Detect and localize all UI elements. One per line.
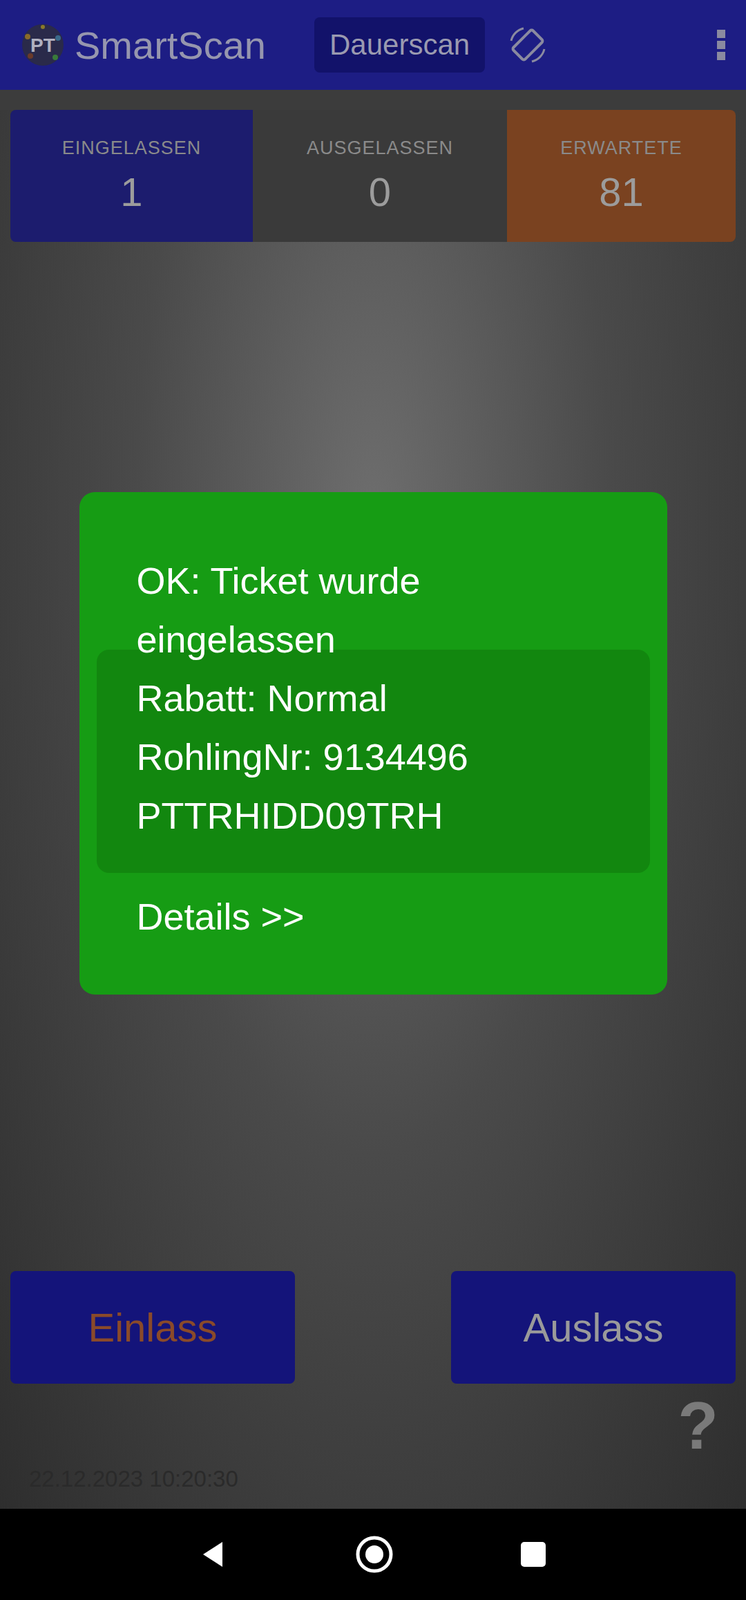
rotate-icon[interactable]: [505, 22, 550, 68]
stat-value: 0: [368, 168, 391, 215]
dialog-line: RohlingNr: 9134496: [136, 727, 626, 787]
stat-label: EINGELASSEN: [62, 137, 202, 159]
stat-label: ERWARTETE: [560, 137, 683, 159]
action-row: Einlass Auslass: [0, 1270, 746, 1383]
dialog-text: OK: Ticket wurde eingelassenRabatt: Norm…: [136, 551, 626, 946]
dialog-line: Rabatt: Normal: [136, 668, 626, 728]
recents-icon[interactable]: [518, 1538, 549, 1569]
dialog-line: OK: Ticket wurde eingelassen: [136, 551, 626, 669]
stat-card: AUSGELASSEN 0: [252, 109, 508, 242]
back-icon[interactable]: [197, 1536, 231, 1571]
app-title: SmartScan: [74, 22, 266, 68]
smartscan-screen: PT SmartScan Dauerscan EINGELASSEN 1 AUSGELAS…: [0, 0, 746, 1600]
logo-icon: PT: [20, 22, 65, 68]
action-button[interactable]: Einlass: [10, 1270, 295, 1383]
footer: 22.12.2023 10:20:30?: [0, 1382, 746, 1508]
system-nav-bar: [0, 1507, 746, 1600]
content-area: OK: Ticket wurde eingelassenRabatt: Norm…: [0, 109, 746, 1508]
stats-row: EINGELASSEN 1 AUSGELASSEN 0 ERWARTETE 81: [10, 109, 736, 242]
stat-card: ERWARTETE 81: [507, 109, 736, 242]
dialog-line: PTTRHIDD09TRH: [136, 786, 626, 845]
result-dialog[interactable]: OK: Ticket wurde eingelassenRabatt: Norm…: [79, 491, 668, 994]
action-button[interactable]: Auslass: [451, 1270, 736, 1383]
menu-icon[interactable]: [712, 22, 730, 68]
timestamp: 22.12.2023 10:20:30: [29, 1465, 239, 1492]
stat-label: AUSGELASSEN: [306, 137, 454, 159]
svg-text:PT: PT: [30, 34, 56, 56]
stat-value: 81: [598, 168, 644, 215]
brand: PT SmartScan: [20, 22, 266, 68]
stat-card: EINGELASSEN 1: [10, 109, 253, 242]
stat-value: 1: [120, 168, 143, 215]
details-link[interactable]: Details >>: [136, 886, 626, 946]
mode-button[interactable]: Dauerscan: [314, 17, 485, 73]
app-bar: PT SmartScan Dauerscan: [0, 0, 746, 90]
home-icon[interactable]: [355, 1534, 394, 1573]
help-button[interactable]: ?: [677, 1391, 719, 1459]
